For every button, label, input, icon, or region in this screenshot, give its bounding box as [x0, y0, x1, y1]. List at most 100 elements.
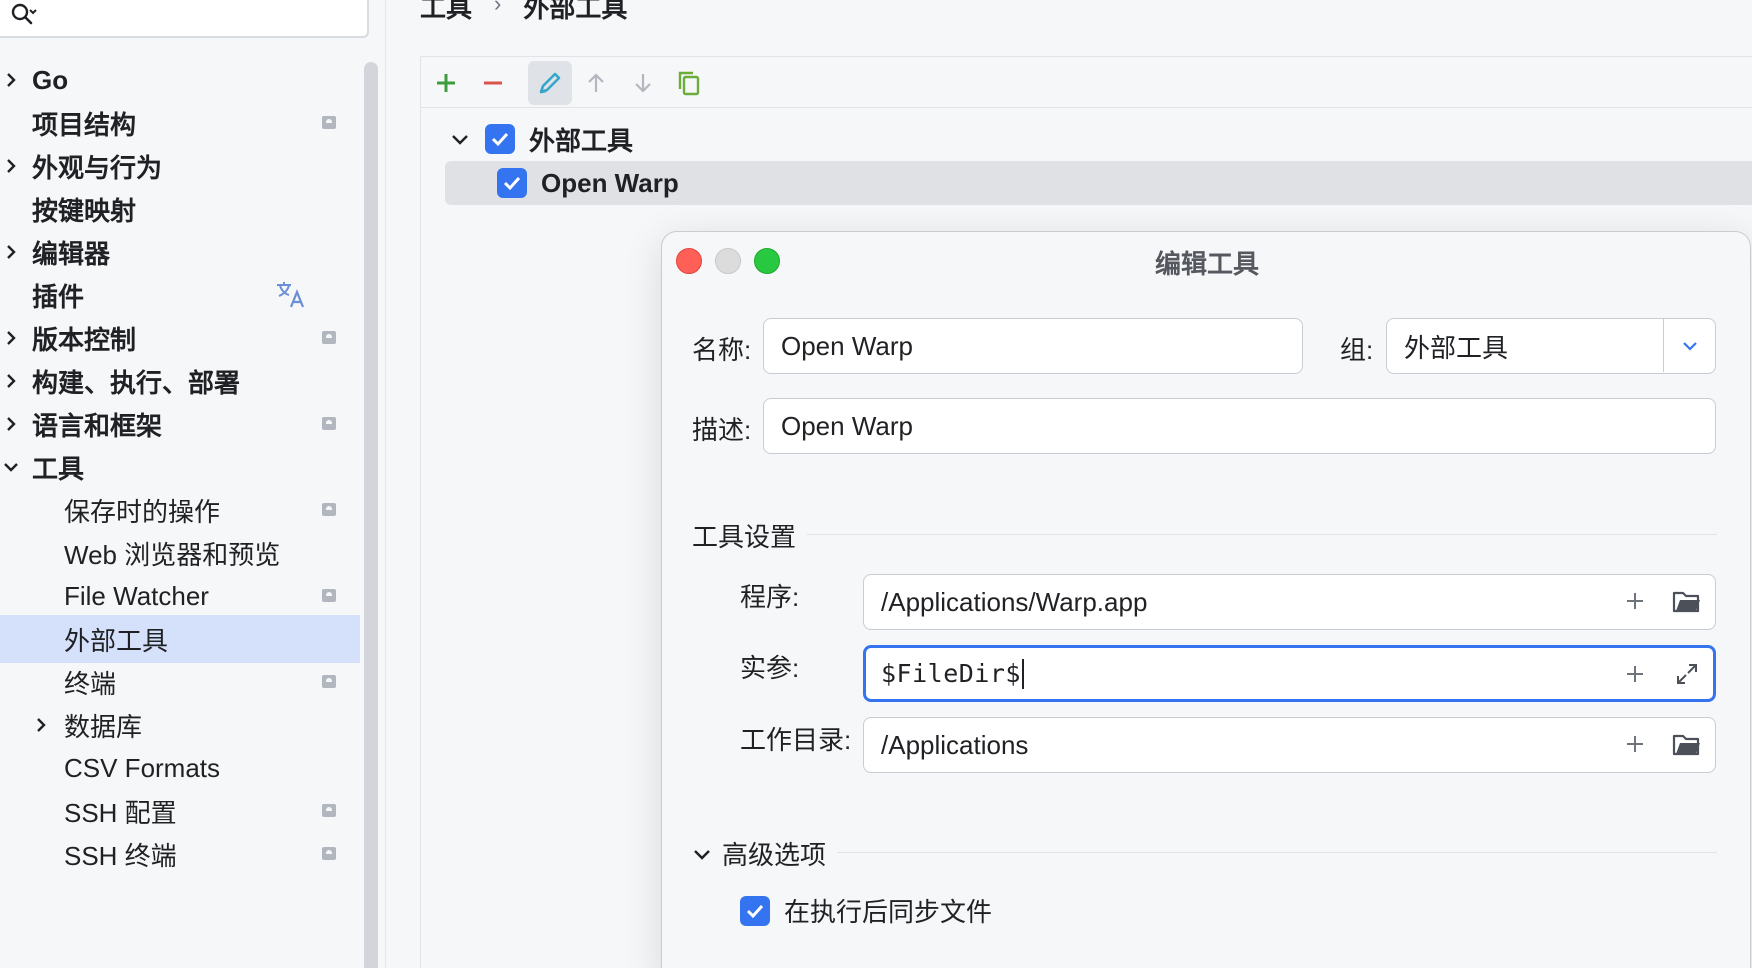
sidebar-item[interactable]: 项目结构 — [0, 99, 360, 147]
remove-icon — [484, 81, 502, 85]
sidebar-item-label: 外部工具 — [64, 625, 169, 656]
sidebar-item[interactable]: SSH 终端 — [0, 830, 360, 878]
arguments-input[interactable]: $FileDir$ — [863, 645, 1716, 702]
sidebar-item[interactable]: Go — [0, 56, 360, 104]
add-icon — [437, 74, 455, 92]
tree-tool-row[interactable]: Open Warp — [445, 161, 1752, 205]
group-dropdown-button[interactable] — [1663, 319, 1715, 372]
tree-tool-label: Open Warp — [541, 167, 679, 198]
advanced-options-toggle[interactable]: 高级选项 — [692, 835, 826, 872]
breadcrumb: 工具 › 外部工具 — [420, 0, 627, 25]
name-input[interactable]: Open Warp — [763, 318, 1303, 374]
program-value: /Applications/Warp.app — [881, 586, 1148, 617]
sidebar-item-label: 插件 — [32, 281, 85, 312]
sidebar-item[interactable]: 保存时的操作 — [0, 486, 360, 534]
sidebar-item[interactable]: 数据库 — [0, 701, 360, 749]
translate-icon — [277, 282, 305, 308]
move-up-button[interactable] — [574, 61, 618, 105]
chevron-down-icon[interactable] — [449, 128, 471, 150]
edit-tool-button[interactable] — [528, 61, 572, 105]
sync-files-checkbox[interactable] — [740, 895, 770, 926]
edit-tool-dialog: 编辑工具 名称: Open Warp 组: 外部工具 描述: Open Warp… — [661, 231, 1751, 968]
text-caret — [1021, 658, 1024, 689]
group-checkbox[interactable] — [485, 124, 515, 154]
name-label: 名称: — [692, 335, 752, 365]
move-up-icon — [588, 73, 604, 92]
group-label: 组: — [1340, 335, 1374, 365]
chevron-right-icon[interactable] — [2, 157, 20, 175]
browse-program-button[interactable] — [1667, 575, 1707, 627]
sidebar-item[interactable]: 编辑器 — [0, 228, 360, 276]
project-level-icon — [322, 331, 336, 344]
edit-icon — [539, 72, 561, 94]
sidebar-item[interactable]: File Watcher — [0, 572, 360, 620]
program-input[interactable]: /Applications/Warp.app — [863, 574, 1716, 630]
insert-macro-button[interactable] — [1615, 718, 1655, 770]
chevron-down-icon[interactable] — [2, 458, 20, 476]
add-tool-button[interactable] — [424, 61, 468, 105]
browse-directory-button[interactable] — [1667, 718, 1707, 770]
settings-sidebar: Go 项目结构 外观与行为按键映射 编辑器插件版本控制构建、执行、部署 语言和框架 工具保… — [0, 0, 386, 968]
sidebar-item-label: CSV Formats — [64, 752, 221, 783]
sidebar-item[interactable]: SSH 配置 — [0, 787, 360, 835]
dialog-title: 编辑工具 — [1154, 249, 1259, 279]
advanced-options-title: 高级选项 — [722, 840, 827, 870]
plus-icon — [1627, 666, 1643, 682]
remove-tool-button[interactable] — [471, 61, 515, 105]
chevron-right-icon[interactable] — [2, 415, 20, 433]
working-dir-input[interactable]: /Applications — [863, 717, 1716, 773]
copy-tool-button[interactable] — [667, 61, 711, 105]
folder-icon — [1672, 591, 1700, 613]
chevron-right-icon[interactable] — [2, 243, 20, 261]
sidebar-item-label: 数据库 — [64, 711, 143, 742]
arguments-value: $FileDir$ — [881, 659, 1021, 688]
sidebar-item-label: 按键映射 — [32, 195, 137, 226]
move-down-button[interactable] — [621, 61, 665, 105]
sidebar-item[interactable]: 外观与行为 — [0, 142, 360, 190]
sidebar-item[interactable]: 构建、执行、部署 — [0, 357, 360, 405]
chevron-right-icon[interactable] — [2, 71, 20, 89]
project-level-icon — [322, 804, 336, 817]
chevron-down-icon — [694, 849, 710, 860]
section-divider — [807, 534, 1717, 535]
sidebar-item[interactable]: 工具 — [0, 443, 360, 491]
chevron-right-icon[interactable] — [2, 329, 20, 347]
tools-toolbar — [421, 57, 1752, 108]
working-dir-label: 工作目录: — [740, 725, 852, 755]
sidebar-item[interactable]: 版本控制 — [0, 314, 360, 362]
insert-macro-button[interactable] — [1615, 575, 1655, 627]
sidebar-item[interactable]: Web 浏览器和预览 — [0, 529, 360, 577]
description-input[interactable]: Open Warp — [763, 398, 1716, 454]
sidebar-item[interactable]: 按键映射 — [0, 185, 360, 233]
sidebar-item[interactable]: 外部工具 — [0, 615, 360, 663]
plus-icon — [1627, 593, 1643, 609]
breadcrumb-parent[interactable]: 工具 — [420, 0, 472, 25]
sidebar-item[interactable]: 终端 — [0, 658, 360, 706]
sync-files-label: 在执行后同步文件 — [784, 897, 993, 927]
settings-search-input[interactable] — [0, 0, 369, 38]
sidebar-item-label: 构建、执行、部署 — [32, 367, 241, 398]
tree-group-label: 外部工具 — [529, 125, 634, 156]
sync-files-option[interactable]: 在执行后同步文件 — [740, 892, 992, 929]
project-level-icon — [322, 116, 336, 129]
project-level-icon — [322, 503, 336, 516]
project-level-icon — [322, 417, 336, 430]
sidebar-item[interactable]: 语言和框架 — [0, 400, 360, 448]
description-label: 描述: — [692, 415, 752, 445]
insert-macro-button[interactable] — [1615, 648, 1655, 699]
chevron-right-icon[interactable] — [2, 372, 20, 390]
chevron-right-icon[interactable] — [32, 716, 50, 734]
sidebar-item[interactable]: 插件 — [0, 271, 360, 319]
checkmark-icon — [746, 904, 764, 918]
expand-editor-button[interactable] — [1667, 648, 1707, 699]
group-combobox[interactable]: 外部工具 — [1386, 318, 1716, 374]
sidebar-item-label: SSH 终端 — [64, 840, 177, 871]
search-icon — [11, 3, 37, 25]
tool-checkbox[interactable] — [497, 168, 527, 198]
sidebar-item[interactable]: CSV Formats — [0, 744, 360, 792]
sidebar-scrollbar[interactable] — [364, 62, 378, 968]
sidebar-item-label: 版本控制 — [32, 324, 137, 355]
project-level-icon — [322, 675, 336, 688]
tree-group-row[interactable]: 外部工具 — [449, 117, 633, 161]
sidebar-item-label: 终端 — [64, 668, 117, 699]
